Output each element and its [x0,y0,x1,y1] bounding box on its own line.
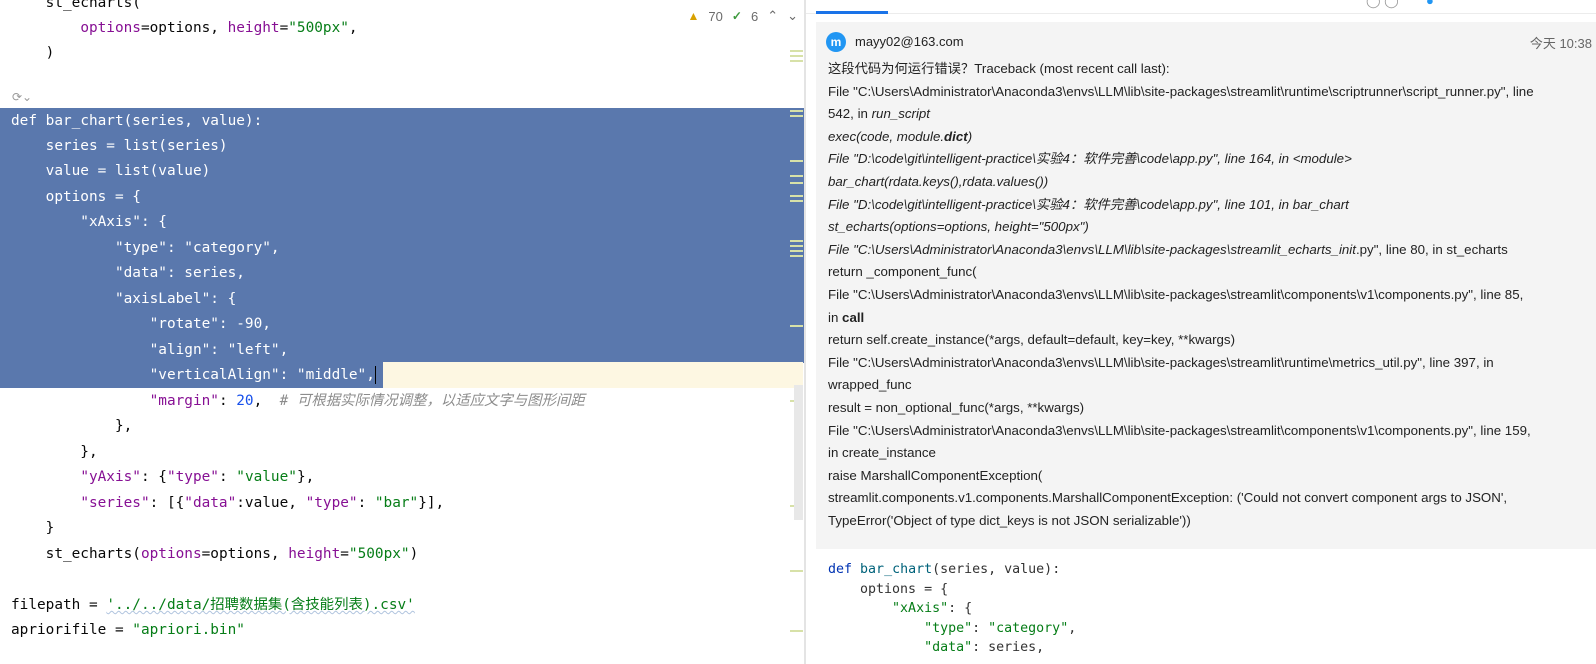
chat-tab-bar: ◯ ◯ ● [806,0,1596,14]
message-bubble: m mayy02@163.com 今天 10:38 这段代码为何运行错误？Tra… [816,22,1596,549]
message-line: raise MarshallComponentException( [828,467,1043,483]
scrollbar-markers [788,0,804,664]
message-time: 今天 10:38 [1529,36,1592,51]
message-line: streamlit.components.v1.components.Marsh… [828,490,1508,506]
code-line: st_echarts( [11,0,141,11]
editor-scrollbar[interactable] [794,385,803,520]
code-line: "series": [{"data":value, "type": "bar"}… [80,495,445,511]
message-line: in create_instance [828,445,936,461]
code-line-selected: "rotate": -90, [0,311,818,337]
code-block-line: "type": "category", [924,620,1077,636]
avatar: m [826,32,846,52]
caret-line-highlight [383,362,803,388]
code-line: apriorifile = "apriori.bin" [11,622,245,638]
toolbar-icon[interactable]: ◯ ◯ [1366,0,1399,9]
code-block-line: def bar_chart(series, value): [828,562,1061,577]
message-line: File "C:\Users\Administrator\Anaconda3\e… [828,286,1524,302]
code-lens-icon[interactable]: ⟳⌄ [12,90,32,104]
sender-email[interactable]: mayy02@163.com [855,34,964,49]
text-caret [374,366,376,384]
code-line: }, [11,418,133,434]
code-block-line: "data": series, [924,640,1045,656]
code-block-line: options = { [828,581,949,597]
message-line: TypeError('Object of type dict_keys is n… [828,512,1191,528]
message-line: File "C:\Users\Administrator\Anaconda3\e… [828,83,1534,99]
message-line: st_echarts(options=options, height="500p… [828,219,1089,235]
code-line-selected: "xAxis": { [0,209,818,235]
code-line: st_echarts(options=options, height="500p… [11,546,419,562]
message-line: result = non_optional_func(*args, **kwar… [828,399,1085,415]
reply-code-block: def bar_chart(series, value): options = … [828,560,1076,658]
chat-pane: ◯ ◯ ● m mayy02@163.com 今天 10:38 这段代码为何运行… [806,0,1596,664]
code-line-selected: "verticalAlign": "middle", [0,362,383,388]
code-line: }, [11,444,98,460]
code-line: "margin": 20, # 可根据实际情况调整，以适应文字与图形间距 [149,393,585,409]
message-body: 这段代码为何运行错误？Traceback (most recent call l… [828,58,1548,532]
code-line: filepath = '../../data/招聘数据集(含技能列表).csv' [11,597,415,613]
message-line: bar_chart(rdata.keys(),rdata.values()) [828,173,1049,189]
message-line: in call [828,309,865,325]
code-line-selected: "align": "left", [0,337,818,363]
active-tab-indicator[interactable] [816,11,888,14]
code-line: "yAxis": {"type": "value"}, [80,469,315,485]
message-line: exec(code, module.dict) [828,128,973,144]
code-line-selected: series = list(series) [0,133,818,159]
message-line: 542, in run_script [828,106,931,122]
message-line: File "D:\code\git\intelligent-practice\实… [828,151,1352,167]
code-block-line: "xAxis": { [892,601,973,617]
code-line-selected: value = list(value) [0,158,818,184]
code-line: options=options, height="500px", [80,20,358,36]
code-line: ) [11,45,55,61]
message-line: File "C:\Users\Administrator\Anaconda3\e… [828,422,1531,438]
message-line: wrapped_func [828,377,912,393]
message-line: File "C:\Users\Administrator\Anaconda3\e… [828,354,1494,370]
code-line-selected: options = { [0,184,818,210]
message-line: return self.create_instance(*args, defau… [828,332,1235,348]
message-line: 这段代码为何运行错误？Traceback (most recent call l… [828,61,1170,76]
account-icon[interactable]: ● [1426,0,1434,8]
code-line: } [11,520,55,536]
message-line: File "D:\code\git\intelligent-practice\实… [828,196,1349,212]
code-line-selected: def bar_chart(series, value): [0,108,818,134]
message-line: return _component_func( [828,264,977,280]
code-line-selected: "data": series, [0,260,818,286]
code-line-selected: "type": "category", [0,235,818,261]
code-line-selected: "axisLabel": { [0,286,818,312]
message-line: File "C:\Users\Administrator\Anaconda3\e… [828,241,1508,257]
code-editor[interactable]: ▲ 70 ✓ 6 ⌃ ⌄ ⟳⌄ st_echarts( options=opti… [0,0,818,664]
